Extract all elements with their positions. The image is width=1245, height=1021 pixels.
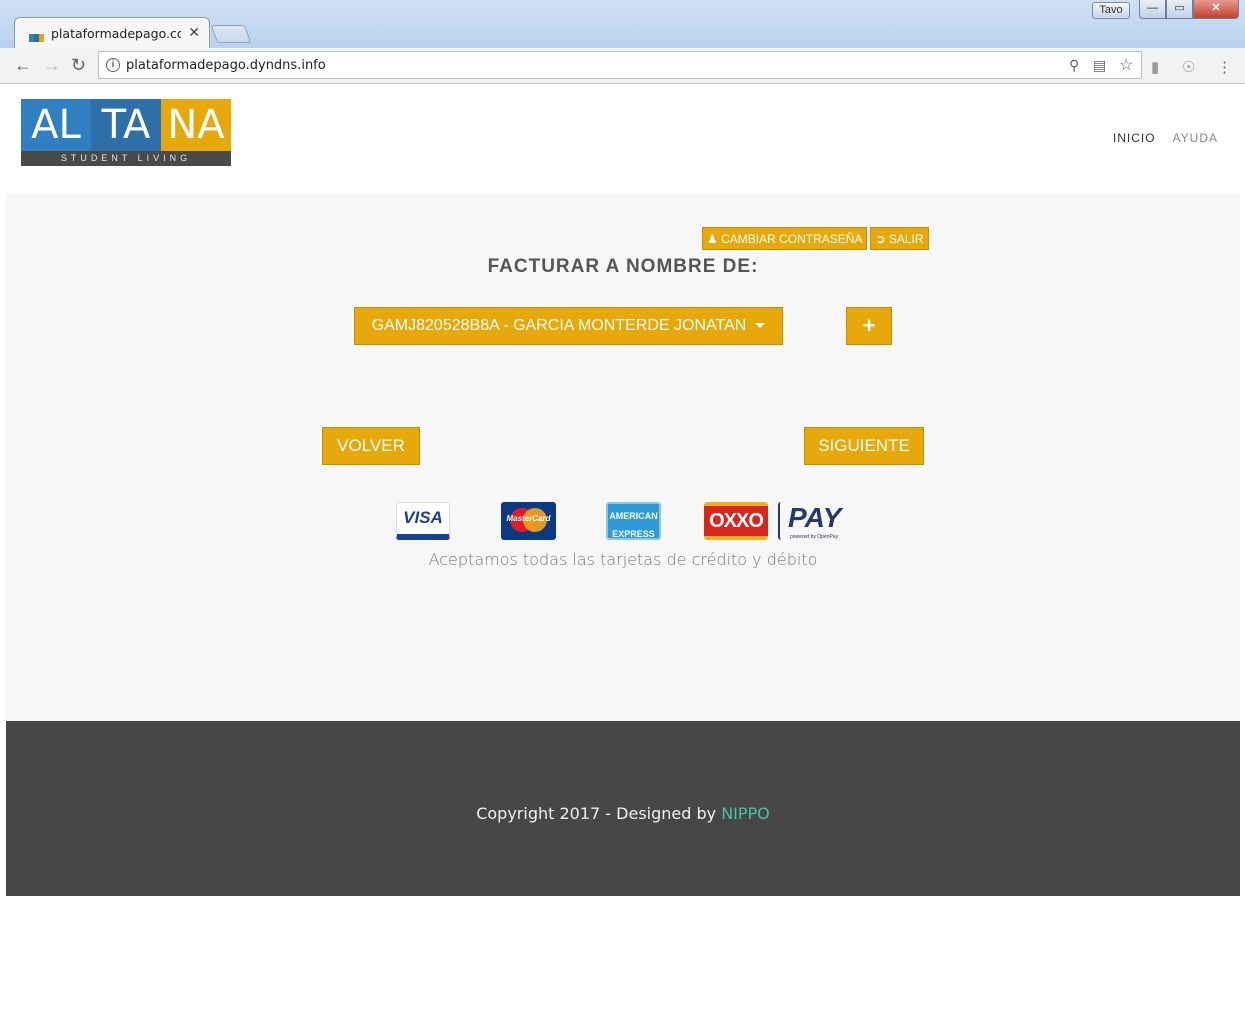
next-button[interactable]: SIGUIENTE bbox=[804, 427, 924, 465]
site-footer: Copyright 2017 - Designed by NIPPO bbox=[6, 721, 1240, 896]
nav-inicio-link[interactable]: INICIO bbox=[1113, 131, 1156, 145]
minimize-button[interactable]: — bbox=[1139, 0, 1166, 19]
address-bar[interactable]: i plataformadepago.dyndns.info ⚲ ▤ ☆ bbox=[98, 51, 1142, 79]
key-icon[interactable]: ⚲ bbox=[1069, 57, 1079, 74]
change-password-label: CAMBIAR CONTRASEÑA bbox=[721, 232, 863, 246]
logout-button[interactable]: ➲ SALIR bbox=[870, 227, 929, 250]
logo-part-3: NA bbox=[161, 99, 231, 151]
star-icon[interactable]: ☆ bbox=[1119, 55, 1133, 75]
cards-accepted-text: Aceptamos todas las tarjetas de crédito … bbox=[428, 550, 818, 569]
account-actions: ♟ CAMBIAR CONTRASEÑA ➲ SALIR bbox=[702, 227, 929, 250]
top-nav: INICIO AYUDA bbox=[1113, 131, 1218, 145]
favicon-icon bbox=[29, 29, 45, 42]
info-icon[interactable]: i bbox=[106, 58, 120, 72]
shield-extension-icon[interactable]: ☉ bbox=[1182, 58, 1195, 76]
page-title: FACTURAR A NOMBRE DE: bbox=[487, 256, 759, 277]
forward-arrow-icon[interactable]: → bbox=[43, 55, 61, 75]
altana-logo[interactable]: AL TA NA STUDENT LIVING bbox=[21, 99, 231, 166]
oxxo-logo: OXXO bbox=[704, 502, 768, 540]
user-icon: ♟ bbox=[707, 232, 718, 246]
translate-icon[interactable]: ▤ bbox=[1093, 57, 1106, 74]
url-text[interactable]: plataformadepago.dyndns.info bbox=[126, 58, 326, 73]
copyright-text: Copyright 2017 - Designed by NIPPO bbox=[6, 804, 1240, 823]
billing-select-dropdown[interactable]: GAMJ820528B8A - GARCIA MONTERDE JONATAN bbox=[354, 307, 783, 345]
tab-close-icon[interactable]: ✕ bbox=[188, 24, 200, 41]
menu-icon[interactable]: ⋮ bbox=[1217, 58, 1232, 76]
close-window-button[interactable]: ✕ bbox=[1193, 0, 1239, 19]
visa-logo: VISA bbox=[396, 502, 450, 540]
logo-tagline: STUDENT LIVING bbox=[21, 151, 231, 166]
browser-tab[interactable]: plataformadepago.com.m ✕ bbox=[14, 17, 210, 49]
sign-out-icon: ➲ bbox=[875, 232, 886, 246]
profile-button[interactable]: Tavo bbox=[1092, 2, 1130, 19]
browser-toolbar: ← → ↻ i plataformadepago.dyndns.info ⚲ ▤… bbox=[0, 48, 1245, 84]
amex-logo: AMERICAN EXPRESS bbox=[606, 502, 661, 540]
caret-down-icon bbox=[755, 323, 766, 329]
browser-titlebar: plataformadepago.com.m ✕ Tavo — ▭ ✕ bbox=[0, 0, 1245, 49]
copyright-prefix: Copyright 2017 - Designed by bbox=[476, 804, 722, 823]
main-content: ♟ CAMBIAR CONTRASEÑA ➲ SALIR FACTURAR A … bbox=[6, 194, 1240, 721]
change-password-button[interactable]: ♟ CAMBIAR CONTRASEÑA bbox=[702, 227, 868, 250]
payment-methods: VISA MasterCard AMERICAN EXPRESS OXXO PA… bbox=[6, 502, 1240, 542]
window-controls: — ▭ ✕ bbox=[1139, 0, 1239, 19]
add-billing-button[interactable]: + bbox=[846, 307, 892, 345]
tab-title: plataformadepago.com.m bbox=[51, 26, 181, 41]
logo-part-1: AL bbox=[21, 99, 91, 151]
site-header: AL TA NA STUDENT LIVING INICIO AYUDA bbox=[6, 84, 1240, 194]
reload-icon[interactable]: ↻ bbox=[71, 55, 86, 75]
pdf-extension-icon[interactable]: ▮ bbox=[1151, 58, 1159, 76]
new-tab-button[interactable] bbox=[210, 25, 252, 43]
mastercard-logo: MasterCard bbox=[501, 502, 556, 540]
maximize-button[interactable]: ▭ bbox=[1166, 0, 1193, 19]
logo-part-2: TA bbox=[91, 99, 161, 151]
nav-ayuda-link[interactable]: AYUDA bbox=[1173, 131, 1218, 145]
billing-selected-value: GAMJ820528B8A - GARCIA MONTERDE JONATAN bbox=[371, 317, 747, 334]
logout-label: SALIR bbox=[888, 232, 924, 246]
page: AL TA NA STUDENT LIVING INICIO AYUDA ♟ C… bbox=[6, 84, 1240, 1021]
pay-logo: PAY powered by OpenPay bbox=[778, 502, 858, 540]
back-arrow-icon[interactable]: ← bbox=[14, 55, 32, 75]
designer-link[interactable]: NIPPO bbox=[721, 804, 770, 823]
back-button[interactable]: VOLVER bbox=[322, 427, 420, 465]
